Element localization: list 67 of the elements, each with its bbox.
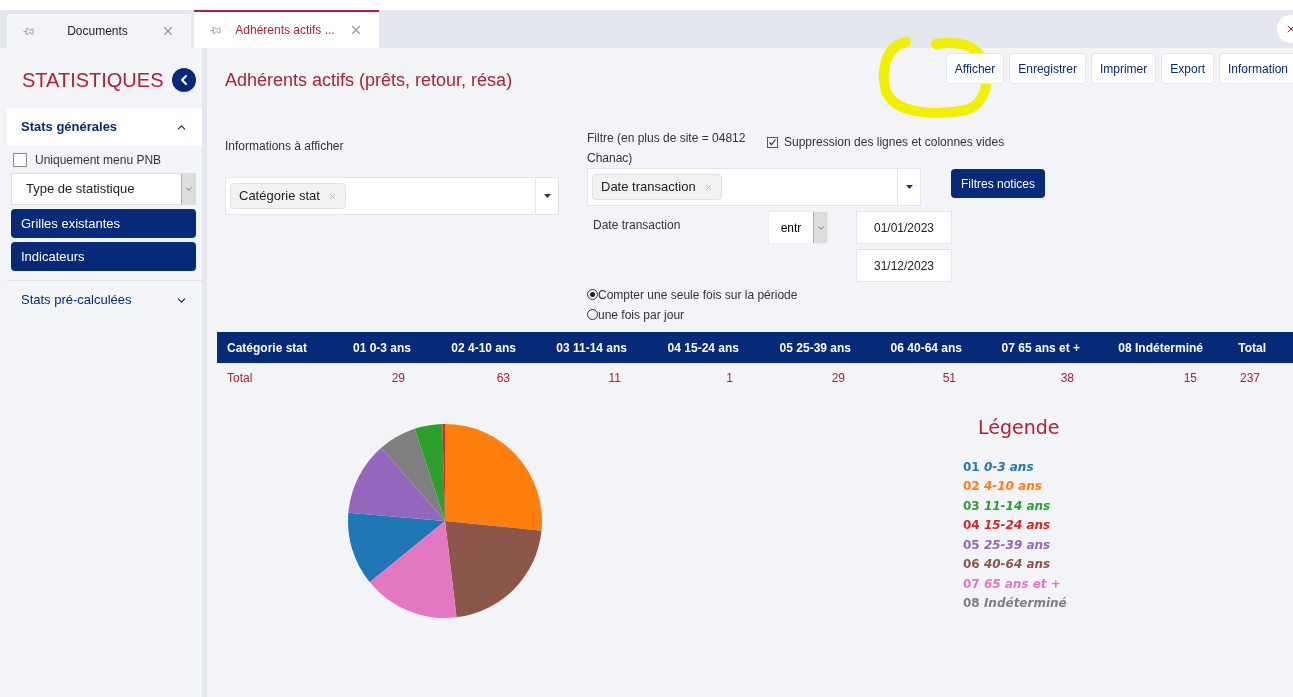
tab[interactable]: Documents (7, 14, 191, 48)
column-header[interactable]: Total (1203, 338, 1266, 357)
column-header[interactable]: 03 11-14 ans (516, 338, 627, 357)
legend-item: 03 11-14 ans (963, 497, 1052, 514)
section-header[interactable]: Stats pré-calculées (7, 285, 202, 315)
legend-item: 08 Indéterminé (963, 595, 1067, 612)
legend-item: 07 65 ans et + (963, 575, 1062, 592)
info-select-field[interactable]: Catégorie stat (225, 177, 559, 215)
dropdown-icon[interactable] (183, 184, 194, 194)
column-header[interactable]: 04 15-24 ans (627, 338, 739, 357)
caret-icon[interactable] (543, 194, 551, 198)
table-cell-text: 51 (941, 370, 957, 387)
legend-item: 05 25-39 ans (963, 536, 1052, 553)
column-header[interactable]: 01 0-3 ans (327, 338, 411, 357)
checkbox[interactable] (13, 153, 27, 167)
table-cell-text: 11 (607, 370, 622, 387)
table-cell-text: 1 (725, 370, 734, 387)
column-header[interactable]: 06 40-64 ans (851, 338, 962, 357)
date-input[interactable]: 31/12/2023 (856, 249, 952, 282)
caret-icon[interactable] (905, 185, 913, 189)
table-cell-text: 15 (1182, 370, 1198, 387)
statistic-type-select[interactable]: Type de statistique (11, 173, 196, 205)
legend-item: 06 40-64 ans (963, 556, 1052, 573)
column-header[interactable]: 05 25-39 ans (739, 338, 851, 357)
table-cell-text: 29 (390, 370, 406, 387)
table-cell-text: 63 (495, 370, 511, 387)
tab[interactable]: Adhérents actifs ... (194, 10, 379, 48)
filter-select-field[interactable]: Date transaction (587, 168, 921, 206)
column-header[interactable]: 02 4-10 ans (411, 338, 516, 357)
table-cell-text: Total (226, 370, 254, 387)
checkbox-label: Uniquement menu PNB (35, 152, 162, 169)
sidebar-title: STATISTIQUES (22, 68, 164, 93)
checkbox[interactable] (767, 136, 778, 148)
legend-title: Légende (977, 415, 1061, 440)
pin-icon[interactable] (23, 25, 34, 37)
selected-tag[interactable]: Date transaction (592, 174, 722, 200)
legend-item: 04 15-24 ans (963, 517, 1052, 534)
date-input[interactable]: 01/01/2023 (856, 211, 952, 244)
table-cell-text: 29 (830, 370, 846, 387)
selected-tag[interactable]: Catégorie stat (230, 183, 346, 209)
section-header[interactable]: Stats générales (7, 108, 202, 146)
legend-item: 02 4-10 ans (963, 478, 1043, 495)
filter-notices-button[interactable]: Filtres notices (951, 169, 1046, 198)
field-label: Filtre (en plus de site = 04812 Chanac) (587, 130, 747, 167)
column-header[interactable]: 07 65 ans et + (962, 338, 1080, 357)
field-label: Informations à afficher (225, 138, 345, 155)
field-label: Date transaction (592, 217, 682, 234)
legend-item: 01 0-3 ans (963, 458, 1035, 475)
toolbar-button[interactable]: Imprimer (1090, 53, 1157, 84)
column-header[interactable]: 08 Indéterminé (1080, 338, 1203, 357)
column-header[interactable]: Catégorie stat (217, 338, 327, 357)
sidebar-button[interactable]: Indicateurs (11, 242, 196, 271)
radio-label: Compter une seule fois sur la période (598, 286, 798, 304)
checkbox-label: Suppression des lignes et colonnes vides (784, 134, 1005, 151)
radio-label: une fois par jour (598, 306, 685, 324)
toolbar-button[interactable]: Afficher (945, 53, 1005, 84)
sidebar-button[interactable]: Grilles existantes (11, 209, 196, 238)
toolbar-button[interactable]: Enregistrer (1009, 53, 1086, 84)
toolbar-button[interactable]: Export (1161, 53, 1214, 84)
close-icon[interactable] (161, 24, 175, 38)
table-cell-text: 38 (1059, 370, 1075, 387)
operator-select[interactable]: entr (768, 211, 828, 244)
table-cell-text: 237 (1238, 370, 1261, 387)
toolbar-button[interactable]: Information (1218, 53, 1293, 84)
close-icon[interactable] (349, 23, 363, 37)
page-title: Adhérents actifs (prêts, retour, résa) (225, 69, 513, 92)
pin-icon[interactable] (210, 24, 221, 36)
